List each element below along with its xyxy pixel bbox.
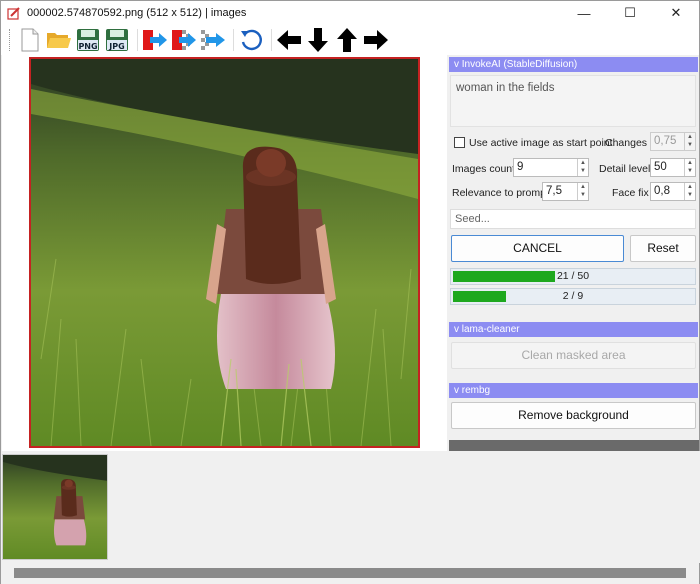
remove-background-button[interactable]: Remove background [451,402,696,429]
toolbar-separator [137,29,138,51]
reset-button[interactable]: Reset [630,235,696,262]
spin-down-icon[interactable]: ▼ [578,191,588,199]
lama-cleaner-header[interactable]: v lama-cleaner [449,322,698,337]
spin-down-icon[interactable]: ▼ [578,167,588,175]
images-count-spinner[interactable]: 9 ▲ ▼ [513,158,589,177]
maximize-button[interactable]: ☐ [607,1,653,25]
export-blue-icon [201,30,225,50]
export-button[interactable] [142,27,168,53]
app-icon [7,6,21,20]
move-left-button[interactable] [276,27,302,53]
use-active-image-checkbox[interactable] [454,137,465,148]
images-progress-text: 2 / 9 [562,290,584,302]
save-jpg-button[interactable]: JPG [104,27,130,53]
relevance-spinner[interactable]: 7,5 ▲ ▼ [542,182,589,201]
spin-up-icon[interactable]: ▲ [685,159,695,167]
arrow-right-icon [364,30,388,50]
thumbnail-image[interactable] [2,454,108,560]
use-active-image-label: Use active image as start point [469,137,613,149]
changes-label: Changes [605,137,648,149]
steps-progress-bar: 21 / 50 [450,268,696,285]
move-up-button[interactable] [334,27,360,53]
move-down-button[interactable] [305,27,331,53]
side-panel: v InvokeAI (StableDiffusion) woman in th… [447,55,699,451]
spin-down-icon[interactable]: ▼ [685,167,695,175]
toolbar: PNG JPG [1,25,699,55]
cancel-button[interactable]: CANCEL [451,235,624,262]
images-count-label: Images count [452,163,516,175]
images-progress-bar: 2 / 9 [450,288,696,305]
arrow-down-icon [308,28,328,52]
image-canvas[interactable] [2,55,447,451]
maximize-icon: ☐ [624,5,636,20]
thumbnail-woman-icon [3,455,107,559]
panel-scrollbar[interactable] [449,440,699,451]
clean-masked-area-button[interactable]: Clean masked area [451,342,696,369]
detail-level-label: Detail level [599,163,651,175]
steps-progress-text: 21 / 50 [556,270,590,282]
move-right-button[interactable] [363,27,389,53]
export-transparent-icon [172,30,196,50]
seed-input[interactable]: Seed... [450,209,696,229]
export-blue-button[interactable] [200,27,226,53]
export-transparent-button[interactable] [171,27,197,53]
minimize-icon: — [577,5,591,21]
woman-in-field-image [31,59,418,446]
images-count-value: 9 [517,161,524,173]
app-window: 000002.574870592.png (512 x 512) | image… [0,0,700,584]
toolbar-separator [233,29,234,51]
face-fix-value: 0,8 [654,185,670,197]
horizontal-scrollbar[interactable] [1,563,699,584]
close-icon: ✕ [670,5,682,20]
toolbar-grip[interactable] [9,29,13,51]
open-button[interactable] [46,27,72,53]
active-image[interactable] [29,57,420,448]
new-document-icon [21,28,39,52]
spin-up-icon[interactable]: ▲ [685,133,695,141]
thumbnail-strip [2,451,700,563]
spin-up-icon[interactable]: ▲ [685,183,695,191]
minimize-button[interactable]: — [561,1,607,25]
export-icon [143,30,167,50]
save-png-icon: PNG [77,29,99,51]
relevance-label: Relevance to prompt [452,187,549,199]
detail-level-value: 50 [654,161,667,173]
rembg-header[interactable]: v rembg [449,383,698,398]
spin-down-icon[interactable]: ▼ [685,141,695,149]
spin-up-icon[interactable]: ▲ [578,159,588,167]
detail-level-spinner[interactable]: 50 ▲ ▼ [650,158,696,177]
jpg-label: JPG [108,42,124,51]
new-button[interactable] [17,27,43,53]
save-png-button[interactable]: PNG [75,27,101,53]
prompt-input[interactable]: woman in the fields [450,75,696,127]
face-fix-spinner[interactable]: 0,8 ▲ ▼ [650,182,696,201]
toolbar-separator [271,29,272,51]
spin-down-icon[interactable]: ▼ [685,191,695,199]
close-button[interactable]: ✕ [653,1,699,25]
arrow-up-icon [337,28,357,52]
arrow-left-icon [277,30,301,50]
undo-icon [241,29,262,51]
title-bar: 000002.574870592.png (512 x 512) | image… [1,1,699,25]
open-folder-icon [47,33,71,48]
save-jpg-icon: JPG [106,29,128,51]
changes-value: 0,75 [654,135,677,147]
undo-button[interactable] [238,27,264,53]
window-title: 000002.574870592.png (512 x 512) | image… [27,7,247,19]
changes-spinner[interactable]: 0,75 ▲ ▼ [650,132,696,151]
png-label: PNG [78,42,97,51]
relevance-value: 7,5 [546,185,562,197]
spin-up-icon[interactable]: ▲ [578,183,588,191]
scrollbar-thumb[interactable] [14,568,686,578]
face-fix-label: Face fix [612,187,649,199]
invokeai-header[interactable]: v InvokeAI (StableDiffusion) [449,57,698,72]
